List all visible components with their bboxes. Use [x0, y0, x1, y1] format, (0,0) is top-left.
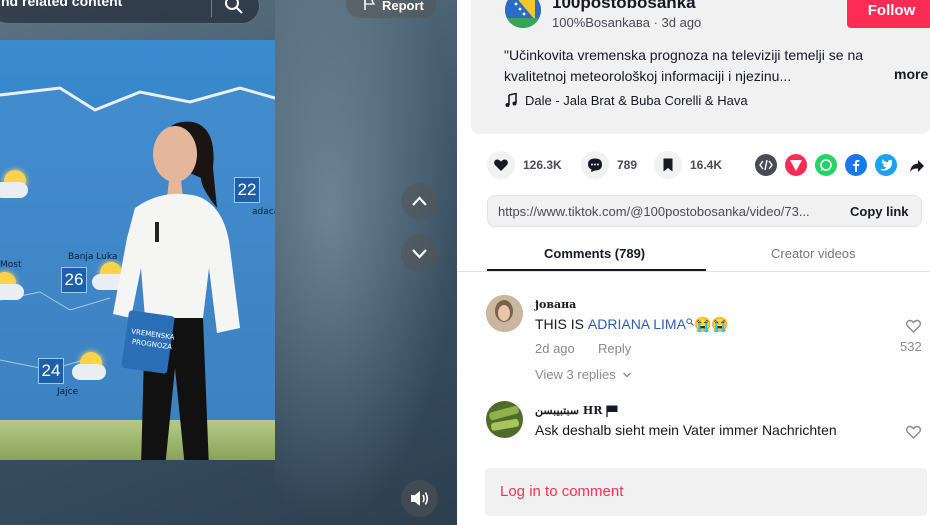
comment-author-name: سبتبيبسن HR [535, 404, 603, 417]
bih-flag-avatar [505, 0, 541, 28]
heart-icon [494, 159, 508, 171]
comment-author[interactable]: јована [535, 298, 576, 311]
report-label: Report [382, 0, 424, 13]
send-icon [790, 160, 802, 171]
chevron-up-icon [412, 196, 427, 206]
post-info-box: 100postobosanka 100%Bosankaвa · 3d ago F… [471, 0, 930, 134]
search-divider [211, 0, 212, 17]
comment-like-count: 532 [900, 339, 922, 354]
more-share-button[interactable] [905, 154, 927, 176]
cloud-icon [0, 284, 24, 300]
facebook-button[interactable] [845, 154, 867, 176]
music-note-icon [505, 93, 517, 107]
facebook-icon [853, 160, 860, 172]
presenter-figure: VREMENSKA PROGNOZA [113, 121, 240, 460]
flag-icon [364, 0, 376, 10]
send-button[interactable] [785, 154, 807, 176]
report-button[interactable]: Report [346, 0, 436, 18]
whatsapp-button[interactable] [815, 154, 837, 176]
search-input[interactable]: nd related content [1, 0, 122, 9]
temperature-badge: 24 [38, 358, 64, 384]
comment-icon [588, 158, 602, 172]
login-to-comment-bar[interactable]: Log in to comment [485, 468, 927, 516]
video-url[interactable]: https://www.tiktok.com/@100postobosanka/… [498, 204, 810, 219]
side-panel: 100postobosanka 100%Bosankaвa · 3d ago F… [457, 0, 930, 525]
comment-text: THIS IS ADRIANA LIMA 😭😭 [535, 316, 729, 333]
share-arrow-icon [910, 160, 924, 172]
bookmark-icon [663, 158, 673, 172]
city-label: Jajce [57, 387, 79, 397]
chevron-down-icon [412, 249, 427, 259]
tab-comments[interactable]: Comments (789) [544, 246, 645, 261]
mention-link[interactable]: ADRIANA LIMA [588, 316, 686, 332]
volume-button[interactable] [401, 480, 438, 517]
follow-button[interactable]: Follow [847, 0, 930, 28]
tab-creator-videos[interactable]: Creator videos [771, 246, 856, 261]
cloud-icon [0, 182, 28, 198]
user-photo [486, 401, 523, 438]
author-avatar[interactable] [505, 0, 541, 28]
embed-icon [759, 159, 773, 171]
comment-date: 2d ago [535, 341, 575, 356]
author-subline: 100%Bosankaвa · 3d ago [552, 15, 702, 30]
previous-video-button[interactable] [401, 183, 438, 220]
search-bar[interactable]: nd related content [0, 0, 260, 24]
search-small-icon [686, 318, 694, 326]
like-circle [487, 151, 515, 179]
comment-circle [581, 151, 609, 179]
user-photo [486, 295, 523, 332]
post-description: "Učinkovita vremenska prognoza na televi… [504, 47, 864, 84]
volume-icon [411, 491, 429, 506]
comment-text: Ask deshalb sieht mein Vater immer Nachr… [535, 422, 837, 438]
copy-link-button[interactable]: Copy link [850, 204, 909, 219]
comment-text-prefix: THIS IS [535, 316, 588, 332]
whatsapp-icon [820, 159, 832, 171]
save-count: 16.4K [690, 158, 723, 172]
login-link[interactable]: Log in to comment [500, 483, 623, 500]
comment-tabs: Comments (789) Creator videos [457, 238, 930, 272]
comment-like-icon[interactable] [905, 424, 922, 440]
video-stage: Most Banja Luka Jajce adacac 26 24 22 VR… [0, 0, 457, 525]
comment-avatar[interactable] [486, 295, 523, 332]
copy-link-box: https://www.tiktok.com/@100postobosanka/… [487, 195, 922, 227]
more-link[interactable]: more [894, 66, 928, 82]
cloud-icon [72, 364, 106, 380]
search-icon[interactable] [223, 0, 245, 16]
comment-emoji: 😭😭 [693, 316, 729, 332]
flag-icon [606, 405, 618, 417]
comment-author[interactable]: سبتبيبسن HR [535, 404, 618, 417]
reply-button[interactable]: Reply [598, 341, 631, 356]
comment-count: 789 [617, 158, 638, 172]
twitter-icon [880, 159, 892, 171]
author-username[interactable]: 100postobosanka [552, 0, 696, 13]
chevron-down-icon [623, 372, 632, 378]
comment-avatar[interactable] [486, 401, 523, 438]
twitter-button[interactable] [875, 154, 897, 176]
view-replies-button[interactable]: View 3 replies [535, 367, 632, 382]
city-label: Most [0, 260, 22, 270]
comment-like-icon[interactable] [905, 318, 922, 334]
music-title: Dale - Jala Brat & Buba Corelli & Hava [525, 93, 748, 108]
active-tab-indicator [487, 269, 706, 271]
embed-button[interactable] [755, 154, 777, 176]
video-player[interactable]: Most Banja Luka Jajce adacac 26 24 22 VR… [0, 40, 275, 460]
like-count: 126.3K [523, 158, 562, 172]
save-circle [654, 151, 682, 179]
temperature-badge: 26 [61, 267, 87, 293]
view-replies-label: View 3 replies [535, 367, 616, 382]
next-video-button[interactable] [401, 235, 438, 272]
